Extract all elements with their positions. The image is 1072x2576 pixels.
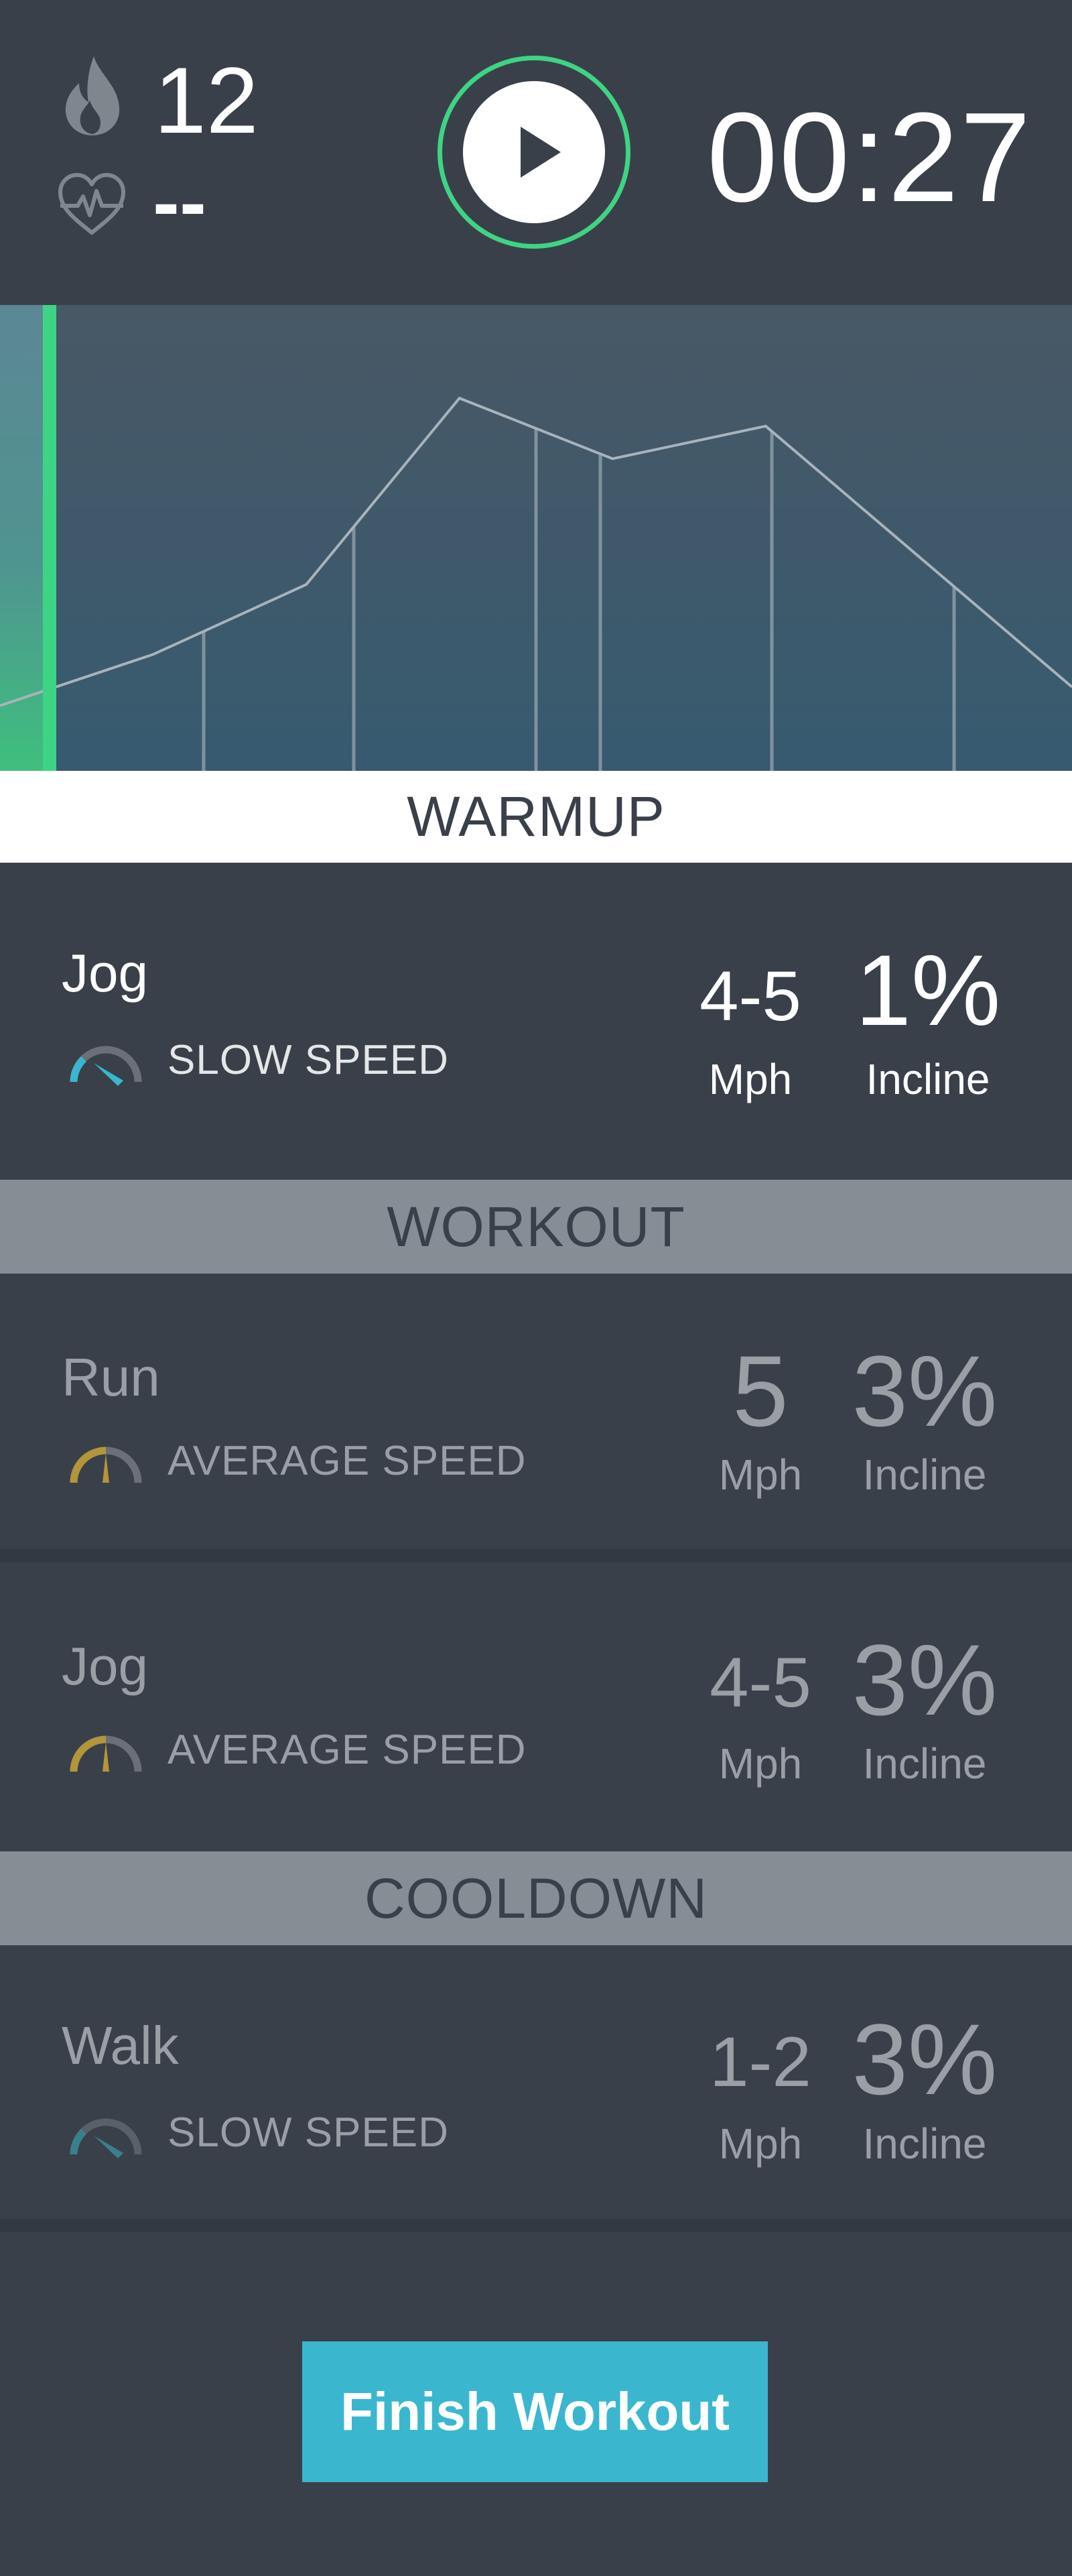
interval-name: Walk [62, 2016, 179, 2075]
incline-value: 3% [852, 2003, 998, 2115]
workout-profile-chart [0, 305, 1072, 771]
play-icon [521, 127, 561, 178]
speed-value: 1-2 [710, 2023, 811, 2101]
incline-value: 3% [852, 1623, 998, 1736]
calories-value: 12 [154, 48, 259, 153]
speed-unit: Mph [718, 2120, 803, 2168]
progress-indicator[interactable] [43, 305, 56, 771]
speed-label: SLOW SPEED [168, 2109, 449, 2156]
stats-header: 12 -- 00:27 [0, 0, 1072, 305]
row-divider [0, 2219, 1072, 2232]
speed-value: 4-5 [710, 1644, 811, 1722]
speed-unit: Mph [718, 1451, 803, 1499]
interval-row-cooldown-walk[interactable]: Walk SLOW SPEED 1-2 Mph 3% Incline [0, 1945, 1072, 2232]
row-divider [0, 1549, 1072, 1562]
completed-area [0, 305, 43, 771]
section-warmup: WARMUP [0, 771, 1072, 863]
interval-name: Jog [62, 1636, 148, 1696]
interval-row-warmup-jog[interactable]: Jog SLOW SPEED 4-5 Mph 1% Incline [0, 863, 1072, 1180]
interval-row-workout-jog[interactable]: Jog AVERAGE SPEED 4-5 Mph 3% Incline [0, 1562, 1072, 1851]
speed-value: 4-5 [699, 957, 801, 1036]
play-button[interactable] [438, 56, 630, 249]
speedometer-icon [70, 2118, 142, 2158]
incline-unit: Incline [862, 1739, 987, 1788]
interval-name: Jog [62, 943, 148, 1003]
speed-label: AVERAGE SPEED [168, 1438, 527, 1484]
speedometer-icon [70, 1447, 142, 1483]
speedometer-icon [70, 1735, 142, 1772]
section-cooldown: COOLDOWN [0, 1851, 1072, 1945]
incline-value: 1% [855, 934, 1001, 1046]
play-button-face[interactable] [463, 81, 605, 223]
heart-rate-value: -- [153, 158, 206, 247]
incline-value: 3% [852, 1335, 998, 1447]
incline-unit: Incline [862, 1451, 987, 1499]
speedometer-icon [70, 1046, 142, 1086]
flame-icon [65, 56, 120, 135]
speed-label: AVERAGE SPEED [168, 1727, 527, 1773]
interval-row-workout-run[interactable]: Run AVERAGE SPEED 5 Mph 3% Incline [0, 1274, 1072, 1562]
finish-workout-button[interactable]: Finish Workout [302, 2341, 768, 2482]
speed-unit: Mph [718, 1739, 803, 1788]
workout-profile-svg [0, 305, 1072, 771]
speed-unit: Mph [708, 1055, 793, 1103]
incline-unit: Incline [866, 1055, 990, 1103]
heart-pulse-icon [58, 173, 125, 235]
interval-name: Run [62, 1347, 160, 1407]
speed-label: SLOW SPEED [168, 1037, 449, 1083]
section-workout: WORKOUT [0, 1180, 1072, 1274]
elapsed-timer: 00:27 [707, 86, 1032, 229]
incline-unit: Incline [862, 2120, 987, 2168]
speed-value: 5 [732, 1335, 789, 1447]
